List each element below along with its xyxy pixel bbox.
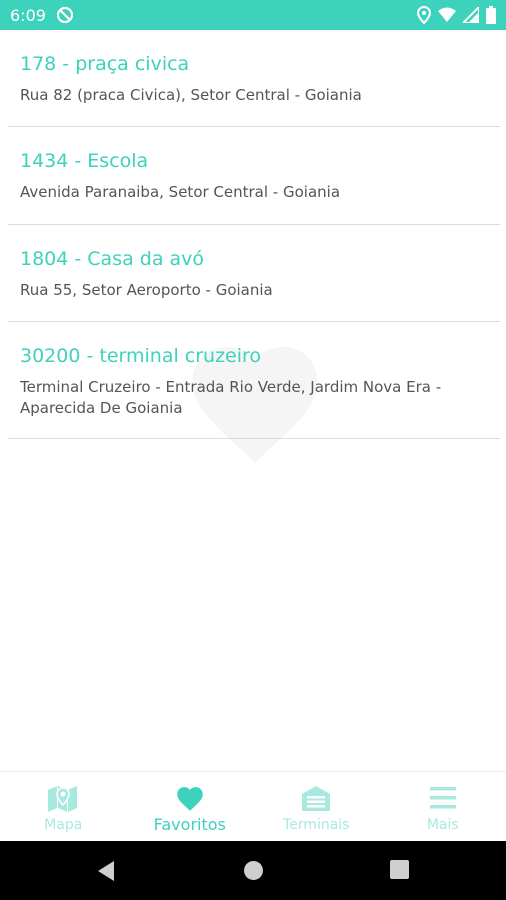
status-time: 6:09 xyxy=(10,5,46,25)
nav-item-terminais[interactable]: Terminais xyxy=(253,772,380,842)
favorite-title: 1434 - Escola xyxy=(20,150,149,172)
location-icon xyxy=(417,6,431,24)
divider xyxy=(8,438,500,439)
nav-label: Favoritos xyxy=(153,815,226,834)
recents-icon[interactable] xyxy=(390,860,409,879)
signal-icon xyxy=(463,7,479,23)
favorite-title: 178 - praça civica xyxy=(20,53,190,75)
favorite-item[interactable]: 30200 - terminal cruzeiro Terminal Cruze… xyxy=(0,322,506,439)
map-icon xyxy=(46,783,80,813)
favorite-address: Terminal Cruzeiro - Entrada Rio Verde, J… xyxy=(20,378,442,417)
nav-item-mapa[interactable]: Mapa xyxy=(0,772,127,842)
bottom-navigation: Mapa Favoritos Terminais Mais xyxy=(0,771,506,842)
sync-off-icon xyxy=(56,6,74,24)
system-navigation-bar xyxy=(0,841,506,900)
wifi-icon xyxy=(438,7,456,23)
nav-label: Mapa xyxy=(44,817,83,833)
favorite-item[interactable]: 1434 - Escola Avenida Paranaiba, Setor C… xyxy=(0,127,506,225)
nav-item-mais[interactable]: Mais xyxy=(380,772,506,842)
nav-label: Terminais xyxy=(283,817,350,833)
garage-icon xyxy=(300,783,332,813)
favorite-address: Rua 82 (praca Civica), Setor Central - G… xyxy=(20,86,362,104)
home-icon[interactable] xyxy=(243,860,264,881)
favorite-item[interactable]: 1804 - Casa da avó Rua 55, Setor Aeropor… xyxy=(0,225,506,322)
nav-item-favoritos[interactable]: Favoritos xyxy=(127,772,254,842)
battery-icon xyxy=(486,6,496,24)
favorite-address: Avenida Paranaiba, Setor Central - Goian… xyxy=(20,183,341,201)
heart-icon xyxy=(174,783,206,813)
favorites-list: 178 - praça civica Rua 82 (praca Civica)… xyxy=(0,30,506,439)
nav-label: Mais xyxy=(426,817,459,833)
favorite-item[interactable]: 178 - praça civica Rua 82 (praca Civica)… xyxy=(0,30,506,127)
status-bar: 6:09 xyxy=(0,0,506,30)
favorite-title: 30200 - terminal cruzeiro xyxy=(20,345,262,367)
menu-icon xyxy=(429,783,457,813)
favorite-title: 1804 - Casa da avó xyxy=(20,248,205,270)
back-icon[interactable] xyxy=(96,860,116,882)
favorite-address: Rua 55, Setor Aeroporto - Goiania xyxy=(20,281,273,299)
